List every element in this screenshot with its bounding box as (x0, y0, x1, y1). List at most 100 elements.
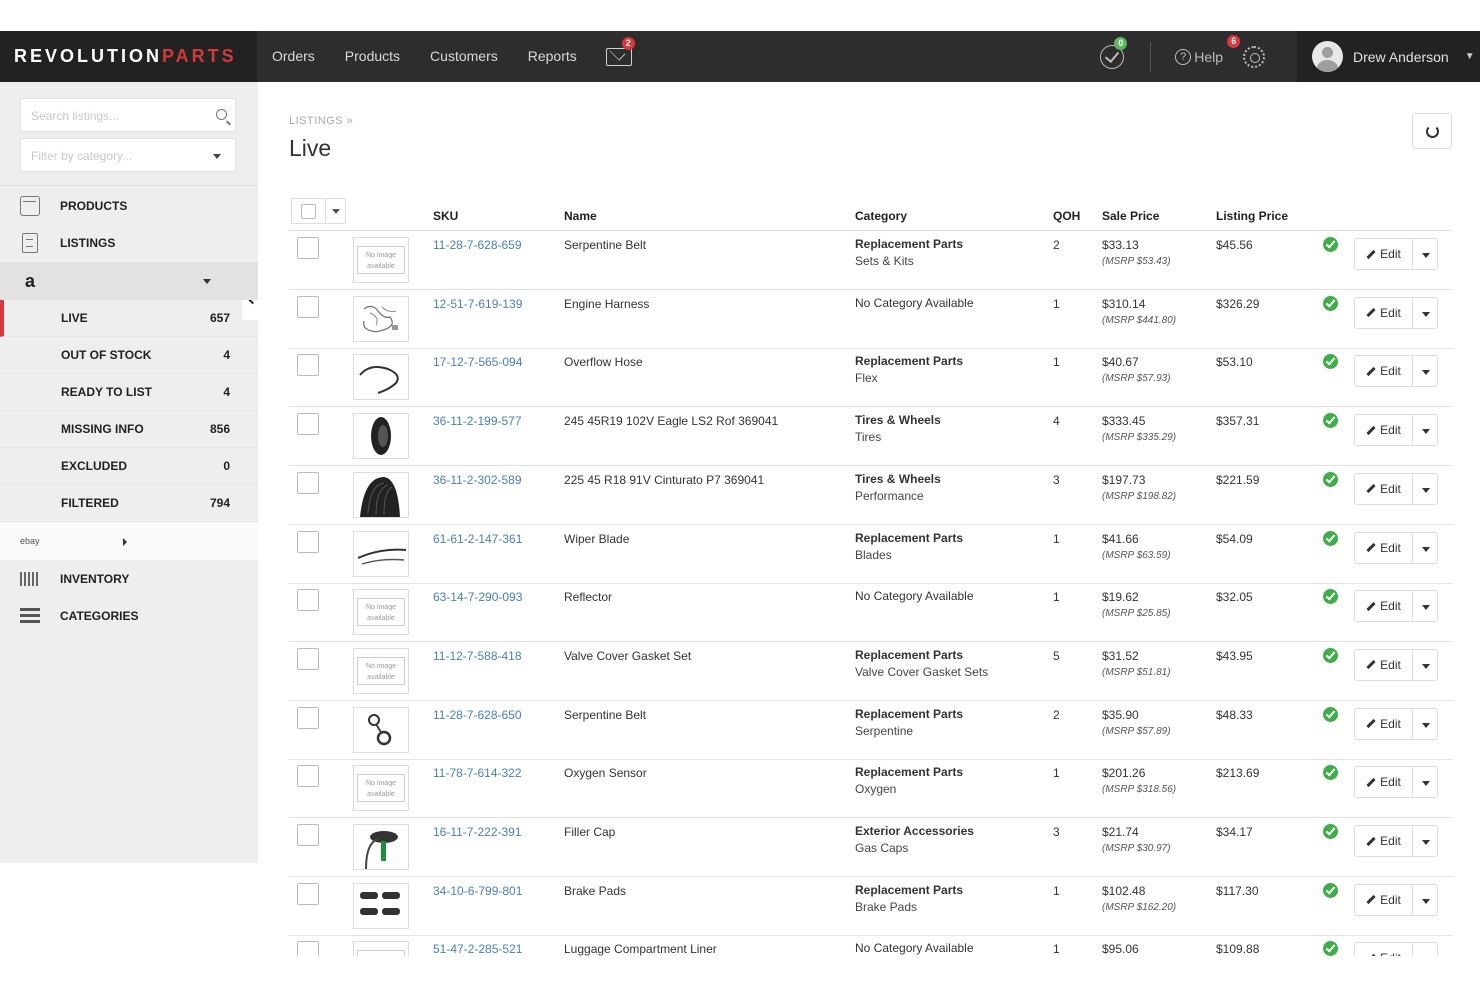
product-thumbnail[interactable] (353, 354, 409, 401)
search-input[interactable]: Search listings... (20, 98, 236, 132)
product-thumbnail[interactable] (353, 882, 409, 929)
row-checkbox[interactable] (297, 413, 319, 436)
mail-icon[interactable]: 2 (605, 36, 635, 66)
product-thumbnail[interactable] (353, 295, 409, 342)
sidebar-item-products[interactable]: PRODUCTS (0, 187, 258, 224)
row-checkbox[interactable] (297, 882, 319, 905)
help-link[interactable]: ? Help 6 (1175, 34, 1241, 65)
sku-link[interactable]: 63-14-7-290-093 (433, 590, 522, 604)
bulk-select-dropdown[interactable] (291, 198, 346, 224)
chevron-down-icon[interactable] (332, 209, 340, 214)
column-header-listing-price[interactable]: Listing Price (1216, 209, 1288, 223)
row-actions-dropdown[interactable] (1412, 238, 1438, 270)
product-thumbnail[interactable]: No image available (353, 237, 409, 283)
nav-products[interactable]: Products (330, 31, 415, 82)
product-thumbnail[interactable] (353, 413, 409, 460)
row-checkbox[interactable] (297, 706, 319, 729)
row-actions-dropdown[interactable] (1412, 883, 1438, 916)
row-actions-dropdown[interactable] (1412, 648, 1438, 681)
row-checkbox[interactable] (297, 647, 319, 670)
row-actions-dropdown[interactable] (1412, 825, 1438, 857)
sku-link[interactable]: 34-10-6-799-801 (433, 884, 522, 898)
row-actions-dropdown[interactable] (1412, 355, 1438, 388)
edit-button[interactable]: Edit (1354, 825, 1413, 857)
product-thumbnail[interactable]: No image available (353, 647, 409, 694)
sidebar-item-inventory[interactable]: INVENTORY (0, 560, 258, 597)
product-thumbnail[interactable] (353, 530, 409, 577)
sku-link[interactable]: 17-12-7-565-094 (433, 355, 522, 369)
sku-link[interactable]: 11-78-7-614-322 (433, 766, 522, 780)
product-thumbnail[interactable] (353, 824, 409, 870)
marketplace-amazon[interactable]: a (0, 262, 258, 300)
product-thumbnail[interactable] (353, 471, 409, 518)
edit-button[interactable]: Edit (1354, 238, 1413, 270)
row-checkbox[interactable] (297, 295, 319, 318)
gear-icon[interactable] (1243, 45, 1265, 68)
row-checkbox[interactable] (297, 530, 319, 553)
column-header-qoh[interactable]: QOH (1053, 209, 1080, 223)
product-thumbnail[interactable]: No image available (353, 589, 409, 636)
edit-button[interactable]: Edit (1354, 355, 1413, 388)
row-checkbox[interactable] (297, 824, 319, 846)
column-header-name[interactable]: Name (564, 209, 597, 223)
nav-customers[interactable]: Customers (415, 31, 513, 82)
edit-button[interactable]: Edit (1354, 531, 1413, 564)
edit-button[interactable]: Edit (1354, 766, 1413, 799)
search-icon[interactable] (216, 109, 227, 120)
sidebar-item-live[interactable]: LIVE 657 (0, 300, 258, 337)
row-checkbox[interactable] (297, 765, 319, 788)
sku-link[interactable]: 61-61-2-147-361 (433, 532, 522, 546)
row-checkbox[interactable] (297, 941, 319, 956)
sku-link[interactable]: 16-11-7-222-391 (433, 825, 522, 839)
sku-link[interactable]: 36-11-2-199-577 (433, 414, 522, 428)
row-checkbox[interactable] (297, 589, 319, 612)
tasks-check-icon[interactable]: 0 (1100, 36, 1128, 69)
column-header-category[interactable]: Category (855, 209, 907, 223)
row-actions-dropdown[interactable] (1412, 707, 1438, 740)
sidebar-item-listings[interactable]: LISTINGS (0, 224, 258, 261)
nav-orders[interactable]: Orders (257, 31, 330, 82)
row-actions-dropdown[interactable] (1412, 766, 1438, 799)
sidebar-item-ready-to-list[interactable]: READY TO LIST 4 (0, 374, 258, 411)
row-actions-dropdown[interactable] (1412, 531, 1438, 564)
edit-button[interactable]: Edit (1354, 590, 1413, 623)
row-checkbox[interactable] (297, 354, 319, 377)
edit-button[interactable]: Edit (1354, 648, 1413, 681)
edit-button[interactable]: Edit (1354, 707, 1413, 740)
user-menu[interactable]: Drew Anderson ▼ (1297, 31, 1480, 82)
sku-link[interactable]: 11-28-7-628-659 (433, 238, 522, 252)
column-header-sku[interactable]: SKU (433, 209, 458, 223)
edit-button[interactable]: Edit (1354, 472, 1413, 505)
product-thumbnail[interactable]: No image available (353, 765, 409, 812)
nav-reports[interactable]: Reports (513, 31, 592, 82)
row-actions-dropdown[interactable] (1412, 942, 1438, 956)
row-actions-dropdown[interactable] (1412, 414, 1438, 447)
row-actions-dropdown[interactable] (1412, 590, 1438, 623)
breadcrumb[interactable]: LISTINGS » (289, 115, 353, 127)
sku-link[interactable]: 12-51-7-619-139 (433, 297, 522, 311)
sidebar-item-excluded[interactable]: EXCLUDED 0 (0, 448, 258, 485)
product-thumbnail[interactable]: No image available (353, 941, 409, 956)
column-header-sale-price[interactable]: Sale Price (1102, 209, 1159, 223)
brand-logo[interactable]: REVOLUTION PARTS (0, 31, 257, 82)
marketplace-ebay[interactable]: ebay (0, 522, 258, 560)
sidebar-item-out-of-stock[interactable]: OUT OF STOCK 4 (0, 337, 258, 374)
category-filter-select[interactable]: Filter by category... (20, 138, 236, 172)
row-checkbox[interactable] (297, 471, 319, 494)
sku-link[interactable]: 11-28-7-628-650 (433, 708, 522, 722)
sidebar-item-missing-info[interactable]: MISSING INFO 856 (0, 411, 258, 448)
edit-button[interactable]: Edit (1354, 414, 1413, 447)
sku-link[interactable]: 36-11-2-302-589 (433, 473, 522, 487)
sidebar-item-categories[interactable]: CATEGORIES (0, 597, 258, 634)
edit-button[interactable]: Edit (1354, 296, 1413, 329)
sku-link[interactable]: 11-12-7-588-418 (433, 649, 522, 663)
edit-button[interactable]: Edit (1354, 942, 1413, 956)
product-thumbnail[interactable] (353, 706, 409, 753)
refresh-button[interactable] (1412, 113, 1452, 149)
sidebar-item-filtered[interactable]: FILTERED 794 (0, 485, 258, 522)
select-all-checkbox[interactable] (301, 204, 316, 219)
row-checkbox[interactable] (297, 237, 319, 259)
row-actions-dropdown[interactable] (1412, 296, 1438, 329)
row-actions-dropdown[interactable] (1412, 472, 1438, 505)
edit-button[interactable]: Edit (1354, 883, 1413, 916)
